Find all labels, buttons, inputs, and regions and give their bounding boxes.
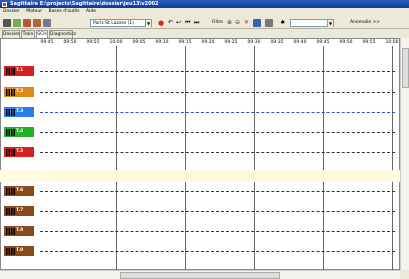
grid-line [392, 46, 393, 270]
train-label[interactable]: T.1 [4, 66, 34, 76]
station-select[interactable]: Paris St Lazare (1) ▼ [90, 19, 152, 27]
grid-line [254, 46, 255, 270]
tool-icon[interactable] [43, 19, 51, 27]
train-label[interactable]: T.2 [4, 87, 34, 97]
time-label: 09:25 [224, 40, 238, 45]
tool-icon[interactable] [33, 19, 41, 27]
train-path [40, 132, 395, 133]
time-label: 10:00 [109, 40, 123, 45]
toolbar: Paris St Lazare (1) ▼ ● ↶ ↩ ⏮ ⏭ Filtre ⊕… [0, 17, 409, 29]
time-label: 09:35 [270, 40, 284, 45]
train-path [40, 191, 395, 192]
section-separator [0, 170, 400, 182]
train-icon [6, 108, 15, 116]
menu-dossier[interactable]: Dossier [3, 9, 20, 14]
next-icon[interactable]: ⏭ [194, 19, 199, 27]
time-label: 09:45 [40, 40, 54, 45]
train-icon [6, 207, 15, 215]
back-icon[interactable]: ↩ [176, 19, 181, 27]
anomaly-button[interactable]: Anomalie >> [350, 19, 380, 27]
time-label: 09:05 [132, 40, 146, 45]
window-title: Sagittaire E:\projects\Sagittaire\dossie… [10, 1, 159, 7]
grid-line [185, 46, 186, 270]
window-title-bar: Sagittaire E:\projects\Sagittaire\dossie… [0, 0, 409, 8]
time-label: 09:55 [362, 40, 376, 45]
app-icon [2, 1, 7, 7]
tool-icon[interactable] [23, 19, 31, 27]
train-icon [6, 128, 15, 136]
time-label: 09:50 [339, 40, 353, 45]
time-label: 09:20 [201, 40, 215, 45]
time-label: 09:45 [316, 40, 330, 45]
filter-label: Filtre [212, 20, 224, 25]
save-icon[interactable] [3, 19, 11, 27]
tab-sch[interactable]: SCH [36, 30, 48, 38]
binoculars-icon[interactable]: ♠ [280, 19, 285, 27]
train-label[interactable]: T.6 [4, 186, 34, 196]
tab-bar: Dossier Train SCH Diagnostics [0, 30, 409, 38]
train-icon [6, 148, 15, 156]
train-label[interactable]: T.7 [4, 206, 34, 216]
train-path [40, 92, 395, 93]
train-icon [6, 67, 15, 75]
train-path [40, 231, 395, 232]
chevron-down-icon: ▼ [327, 20, 333, 27]
train-icon [6, 88, 15, 96]
time-label: 10:00 [385, 40, 399, 45]
scrollbar-thumb[interactable] [120, 272, 280, 279]
train-path [40, 71, 395, 72]
stop-icon[interactable]: ● [158, 19, 164, 27]
menu-aide[interactable]: Aide [86, 9, 96, 14]
undo-icon[interactable]: ↶ [168, 19, 173, 27]
close-icon[interactable]: ✕ [244, 19, 249, 27]
train-icon [6, 247, 15, 255]
horizontal-scrollbar[interactable] [0, 270, 400, 279]
train-path [40, 211, 395, 212]
vertical-scrollbar[interactable] [400, 38, 409, 270]
time-label: 09:10 [155, 40, 169, 45]
time-label: 09:40 [293, 40, 307, 45]
prev-icon[interactable]: ⏮ [185, 19, 190, 27]
tab-dossier[interactable]: Dossier [2, 30, 20, 38]
train-path [40, 112, 395, 113]
train-path [40, 152, 395, 153]
train-icon [6, 187, 15, 195]
grid-line [323, 46, 324, 270]
time-label: 09:15 [178, 40, 192, 45]
train-label[interactable]: T.4 [4, 127, 34, 137]
train-label[interactable]: T.5 [4, 147, 34, 157]
time-label: 09:55 [86, 40, 100, 45]
scrollbar-thumb[interactable] [402, 48, 409, 88]
train-label[interactable]: T.8 [4, 226, 34, 236]
zoom-in-icon[interactable]: ⊕ [227, 19, 232, 27]
train-path [40, 251, 395, 252]
grid-icon[interactable] [253, 19, 261, 27]
menu-bases[interactable]: Bases d'outils [49, 9, 80, 14]
time-label: 09:30 [247, 40, 261, 45]
tool-icon[interactable] [13, 19, 21, 27]
zoom-out-icon[interactable]: ⊖ [235, 19, 240, 27]
timeline-canvas[interactable] [0, 38, 400, 270]
tab-train[interactable]: Train [21, 30, 35, 38]
chevron-down-icon: ▼ [145, 20, 151, 27]
grid-line [116, 46, 117, 270]
menu-bar: Dossier Moteur Bases d'outils Aide [0, 8, 409, 16]
screen-icon[interactable] [265, 19, 273, 27]
train-label[interactable]: T.3 [4, 107, 34, 117]
menu-moteur[interactable]: Moteur [26, 9, 42, 14]
train-label[interactable]: T.9 [4, 246, 34, 256]
time-label: 09:50 [63, 40, 77, 45]
train-icon [6, 227, 15, 235]
search-select[interactable]: ▼ [290, 19, 334, 27]
tab-diagnostics[interactable]: Diagnostics [49, 30, 76, 38]
